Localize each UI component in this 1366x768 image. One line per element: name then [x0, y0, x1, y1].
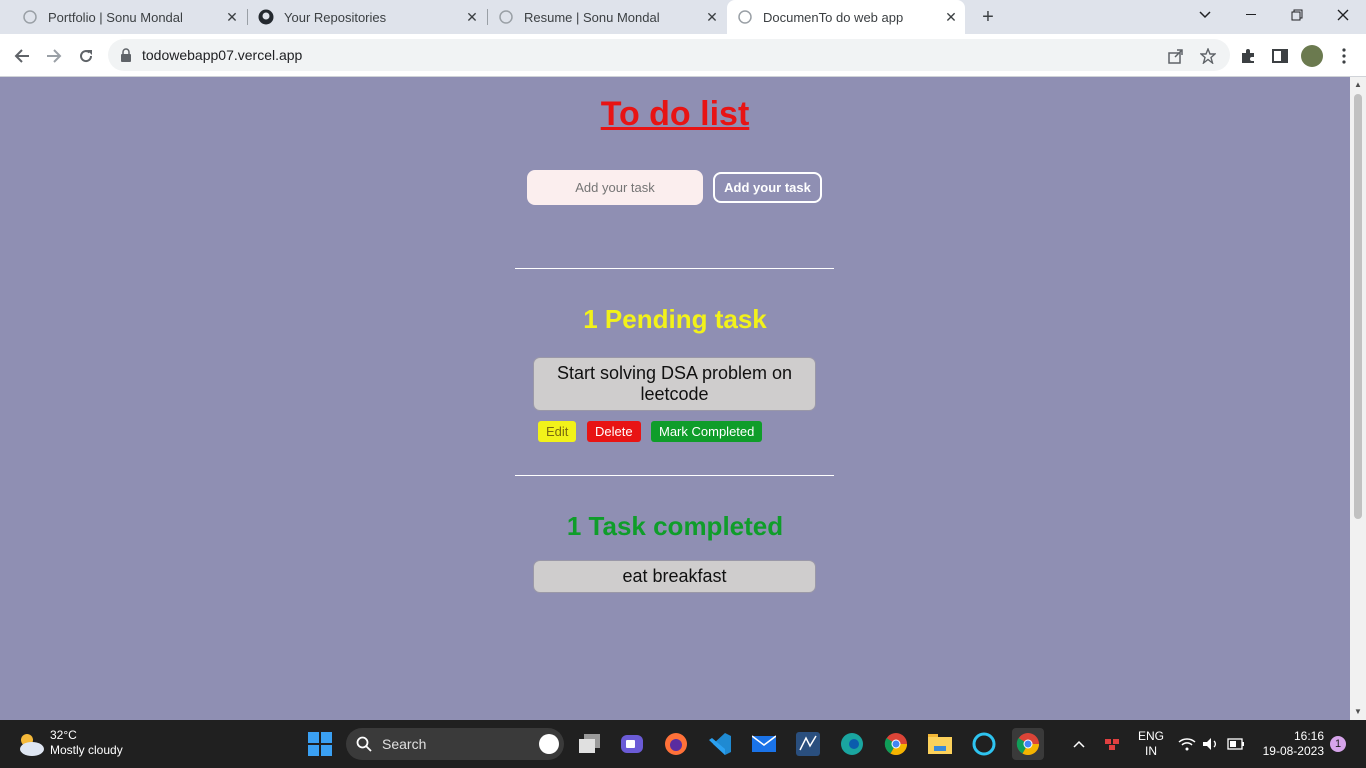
dropbox-icon[interactable]	[1097, 728, 1127, 760]
mysql-workbench-icon[interactable]	[792, 728, 824, 760]
extensions-puzzle-icon[interactable]	[1234, 42, 1262, 70]
volume-icon[interactable]	[1197, 728, 1225, 760]
cortana-icon[interactable]	[968, 728, 1000, 760]
vscode-icon[interactable]	[704, 728, 736, 760]
tab-strip: Portfolio | Sonu Mondal ✕ Your Repositor…	[0, 0, 1366, 34]
github-icon	[258, 9, 274, 25]
tab-todo-app[interactable]: DocumenTo do web app ✕	[727, 0, 965, 34]
language-code: ENG	[1138, 729, 1165, 743]
tab-title: Your Repositories	[284, 9, 387, 25]
close-icon[interactable]: ✕	[464, 9, 480, 25]
menu-kebab-icon[interactable]	[1330, 42, 1358, 70]
completed-heading: 1 Task completed	[566, 511, 784, 541]
task-input[interactable]	[527, 170, 703, 205]
teams-chat-icon[interactable]	[616, 728, 648, 760]
tab-search-chevron-icon[interactable]	[1182, 0, 1228, 30]
delete-button[interactable]: Delete	[587, 421, 641, 442]
bookmark-star-icon[interactable]	[1194, 42, 1222, 70]
chevron-up-icon[interactable]	[1064, 728, 1094, 760]
url-text: todowebapp07.vercel.app	[142, 47, 303, 63]
taskbar-search[interactable]: Search	[346, 728, 564, 760]
pending-heading: 1 Pending task	[583, 304, 767, 334]
page-title: To do list	[600, 95, 750, 133]
weather-cloud-icon[interactable]	[16, 730, 46, 758]
new-tab-plus-icon[interactable]: +	[977, 6, 999, 28]
file-explorer-icon[interactable]	[924, 728, 956, 760]
language-indicator[interactable]: ENG IN	[1138, 729, 1164, 759]
weather-temp: 32°C	[50, 728, 77, 742]
reload-icon[interactable]	[72, 42, 100, 70]
pending-task-card: Start solving DSA problem on leetcode	[533, 357, 816, 411]
language-region: IN	[1145, 744, 1157, 758]
minimize-icon[interactable]	[1228, 0, 1274, 30]
globe-icon	[22, 9, 38, 25]
close-icon[interactable]: ✕	[943, 9, 959, 25]
scroll-up-arrow-icon[interactable]: ▲	[1354, 80, 1362, 89]
weather-widget[interactable]: 32°C Mostly cloudy	[50, 728, 123, 758]
tab-resume[interactable]: Resume | Sonu Mondal ✕	[488, 0, 726, 34]
battery-icon[interactable]	[1222, 728, 1250, 760]
close-window-icon[interactable]	[1320, 0, 1366, 30]
lock-icon	[120, 48, 134, 62]
chrome-icon[interactable]	[880, 728, 912, 760]
page-viewport: To do list Add your task 1 Pending task …	[0, 77, 1350, 720]
mail-icon[interactable]	[748, 728, 780, 760]
clock-time: 16:16	[1293, 729, 1324, 743]
tab-title: Portfolio | Sonu Mondal	[48, 9, 183, 25]
tab-repositories[interactable]: Your Repositories ✕	[248, 0, 486, 34]
notification-badge[interactable]: 1	[1330, 736, 1346, 752]
edge-icon[interactable]	[836, 728, 868, 760]
side-panel-icon[interactable]	[1266, 42, 1294, 70]
completed-task-card: eat breakfast	[533, 560, 816, 593]
browser-toolbar: todowebapp07.vercel.app	[0, 34, 1366, 77]
back-arrow-icon[interactable]	[8, 42, 36, 70]
share-icon[interactable]	[1162, 42, 1190, 70]
globe-icon	[737, 9, 753, 25]
tab-title: Resume | Sonu Mondal	[524, 9, 660, 25]
firefox-icon[interactable]	[660, 728, 692, 760]
close-icon[interactable]: ✕	[224, 9, 240, 25]
scrollbar-thumb[interactable]	[1354, 94, 1362, 519]
windows-taskbar: 32°C Mostly cloudy Search ENG IN 16:16 1…	[0, 720, 1366, 768]
search-icon	[356, 736, 372, 757]
address-bar[interactable]: todowebapp07.vercel.app	[108, 39, 1230, 71]
divider	[515, 475, 834, 476]
restore-icon[interactable]	[1274, 0, 1320, 30]
clock-date: 19-08-2023	[1262, 744, 1324, 758]
close-icon[interactable]: ✕	[704, 9, 720, 25]
bing-icon[interactable]	[539, 734, 559, 754]
clock[interactable]: 16:16 19-08-2023	[1258, 729, 1324, 759]
profile-avatar[interactable]	[1298, 42, 1326, 70]
windows-start-icon[interactable]	[304, 728, 336, 760]
globe-icon	[498, 9, 514, 25]
weather-desc: Mostly cloudy	[50, 743, 123, 757]
task-view-icon[interactable]	[574, 728, 606, 760]
scrollbar[interactable]: ▲ ▼	[1350, 77, 1366, 720]
edit-button[interactable]: Edit	[538, 421, 577, 442]
chrome-active-icon[interactable]	[1012, 728, 1044, 760]
tab-title: DocumenTo do web app	[763, 9, 904, 25]
tab-portfolio[interactable]: Portfolio | Sonu Mondal ✕	[0, 0, 246, 34]
forward-arrow-icon[interactable]	[40, 42, 68, 70]
mark-completed-button[interactable]: Mark Completed	[651, 421, 763, 442]
search-label: Search	[382, 736, 427, 752]
add-task-button[interactable]: Add your task	[713, 172, 822, 203]
divider	[515, 268, 834, 269]
scroll-down-arrow-icon[interactable]: ▼	[1354, 707, 1362, 716]
